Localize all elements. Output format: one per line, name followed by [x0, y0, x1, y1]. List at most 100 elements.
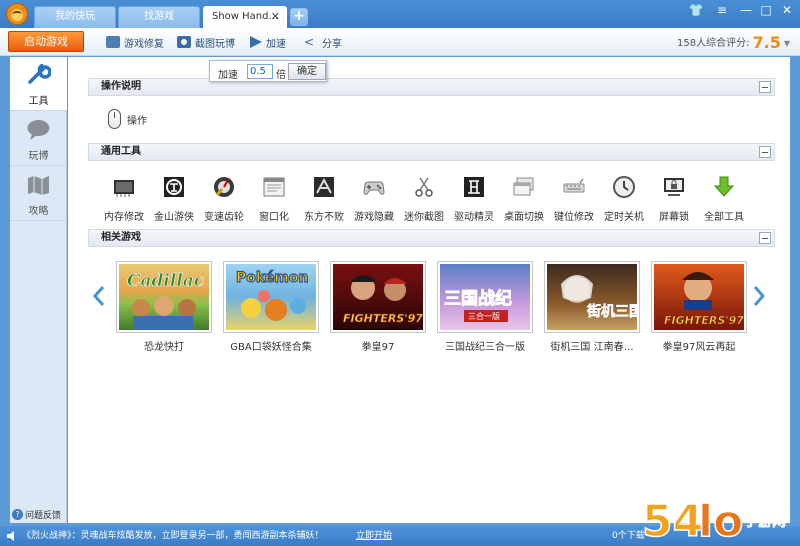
- sidebar: 工具 玩博 攻略: [10, 57, 67, 523]
- chat-bubble-icon: [27, 120, 50, 140]
- speed-prefix: 加速: [218, 70, 238, 81]
- start-now-link[interactable]: 立即开始: [356, 526, 392, 546]
- svg-text:54: 54: [642, 496, 703, 546]
- svg-text:lo: lo: [698, 496, 743, 546]
- app-logo-icon: [6, 3, 28, 25]
- svg-text:Cadillac: Cadillac: [127, 271, 205, 291]
- feedback-link[interactable]: ? 问题反馈: [10, 505, 67, 523]
- game-card[interactable]: 街机三国 街机三国 江南春…: [544, 261, 640, 353]
- title-bar: 我的快玩 找游戏 Show Hand… ✕ + 👕 ≡ — □ ✕: [0, 0, 800, 28]
- camera-icon: [177, 36, 191, 48]
- tool-desktop-switch[interactable]: 桌面切换: [498, 173, 550, 223]
- mouse-icon: [108, 109, 121, 129]
- tool-driver-genius[interactable]: 驱动精灵: [448, 173, 500, 223]
- menu-icon[interactable]: ≡: [712, 2, 732, 18]
- tool-speed-gear[interactable]: 变速齿轮: [198, 173, 250, 223]
- game-card[interactable]: Cadillac 恐龙快打: [116, 261, 212, 353]
- tab-close-icon[interactable]: ✕: [271, 7, 280, 27]
- tool-game-hide[interactable]: 游戏隐藏: [348, 173, 400, 223]
- game-card[interactable]: FIGHTERS'97 拳皇97风云再起: [651, 261, 747, 353]
- sidebar-item-tools[interactable]: 工具: [10, 57, 67, 111]
- svg-text:Pokémon: Pokémon: [236, 270, 308, 286]
- rating[interactable]: 158人综合评分: 7.5 ▼: [677, 33, 790, 52]
- games-carousel: Cadillac 恐龙快打 Pokémon GBA口袋妖怪合集 FIGHTERS…: [116, 261, 748, 361]
- svg-text:FIGHTERS'97: FIGHTERS'97: [664, 314, 744, 327]
- scissors-icon: [415, 177, 433, 197]
- svg-text:手游网: 手游网: [744, 513, 786, 530]
- tool-kingsoft[interactable]: 金山游侠: [148, 173, 200, 223]
- window-icon: [263, 177, 285, 197]
- chevron-down-icon: ▼: [783, 39, 790, 48]
- speed-popup: 加速 倍 确定: [209, 60, 327, 82]
- game-thumbnail: 街机三国: [544, 261, 640, 333]
- speed-suffix: 倍: [276, 70, 286, 81]
- svg-text:三国战纪: 三国战纪: [444, 288, 512, 309]
- gear-icon: [214, 177, 234, 197]
- section-header-games: 相关游戏: [88, 229, 775, 247]
- collapse-button[interactable]: [759, 232, 771, 244]
- maximize-button[interactable]: □: [756, 2, 776, 18]
- tool-windowed[interactable]: 窗口化: [248, 173, 300, 223]
- share-icon: <: [304, 35, 315, 49]
- gamepad-icon: [363, 181, 385, 195]
- game-card[interactable]: Pokémon GBA口袋妖怪合集: [223, 261, 319, 353]
- game-thumbnail: FIGHTERS'97: [651, 261, 747, 333]
- speed-icon: [250, 36, 262, 48]
- game-thumbnail: 三国战纪三合一版: [437, 261, 533, 333]
- download-arrow-icon: [713, 176, 735, 197]
- add-tab-button[interactable]: +: [290, 8, 308, 26]
- share-button[interactable]: < 分享: [304, 34, 342, 50]
- screen-lock-icon: [664, 178, 684, 196]
- svg-text:三合一版: 三合一版: [468, 311, 500, 321]
- game-thumbnail: FIGHTERS'97: [330, 261, 426, 333]
- section-header-operation: 操作说明: [88, 78, 775, 96]
- tool-screen-lock[interactable]: 屏幕锁: [648, 173, 700, 223]
- close-window-button[interactable]: ✕: [777, 2, 797, 18]
- tools-grid: 内存修改 金山游侠 变速齿轮 窗口化 东方不败 游戏隐藏 迷你截图 驱动精灵 桌…: [98, 173, 758, 223]
- speed-button[interactable]: 加速: [250, 34, 286, 50]
- tool-mini-screenshot[interactable]: 迷你截图: [398, 173, 450, 223]
- game-card[interactable]: FIGHTERS'97 拳皇97: [330, 261, 426, 353]
- memory-chip-icon: [114, 180, 134, 197]
- tool-key-remap[interactable]: 键位修改: [548, 173, 600, 223]
- tool-all-tools[interactable]: 全部工具: [698, 173, 750, 223]
- dongfang-icon: [314, 177, 334, 197]
- tab-my-games[interactable]: 我的快玩: [34, 6, 116, 28]
- main-panel: 操作说明 操作 通用工具 内存修改 金山游侠 变速齿轮 窗口化 东方不败 游戏隐…: [68, 57, 790, 523]
- game-repair-button[interactable]: 游戏修复: [106, 34, 164, 50]
- speed-input[interactable]: [247, 64, 273, 79]
- game-card[interactable]: 三国战纪三合一版 三国战纪三合一版: [437, 261, 533, 353]
- chevron-left-icon[interactable]: [92, 285, 106, 307]
- tab-find-games[interactable]: 找游戏: [118, 6, 200, 28]
- toolbar: 启动游戏 游戏修复 截图玩博 加速 < 分享 158人综合评分: 7.5 ▼: [0, 28, 800, 56]
- watermark-logo: 54 lo 手游网: [641, 495, 786, 546]
- screenshot-button[interactable]: 截图玩博: [177, 34, 235, 50]
- driver-icon: [464, 177, 484, 197]
- wrench-icon: [28, 64, 51, 84]
- sidebar-item-guide[interactable]: 攻略: [10, 167, 67, 221]
- game-thumbnail: Cadillac: [116, 261, 212, 333]
- collapse-button[interactable]: [759, 81, 771, 93]
- desktop-switch-icon: [513, 177, 534, 196]
- tab-show-hand[interactable]: Show Hand… ✕: [203, 6, 287, 28]
- tool-dongfang[interactable]: 东方不败: [298, 173, 350, 223]
- tool-memory-edit[interactable]: 内存修改: [98, 173, 150, 223]
- game-thumbnail: Pokémon: [223, 261, 319, 333]
- tool-timed-shutdown[interactable]: 定时关机: [598, 173, 650, 223]
- operation-item[interactable]: 操作: [108, 109, 147, 129]
- map-icon: [28, 176, 49, 195]
- clock-icon: [613, 176, 635, 198]
- sidebar-item-blog[interactable]: 玩博: [10, 112, 67, 166]
- status-message: 《烈火战神》：灵魂战车炫酷发放，立即登录另一部，勇闯西游副本杀辅妖！: [22, 531, 324, 541]
- start-game-button[interactable]: 启动游戏: [8, 31, 84, 52]
- chevron-right-icon[interactable]: [752, 285, 766, 307]
- kingsoft-icon: [164, 177, 184, 197]
- svg-text:街机三国: 街机三国: [586, 303, 637, 320]
- collapse-button[interactable]: [759, 146, 771, 158]
- minimize-button[interactable]: —: [736, 2, 756, 18]
- speed-confirm-button[interactable]: 确定: [288, 63, 326, 80]
- speaker-icon: [7, 531, 14, 541]
- skin-icon[interactable]: 👕: [686, 2, 706, 18]
- svg-text:FIGHTERS'97: FIGHTERS'97: [343, 312, 423, 325]
- fix-icon: [106, 36, 120, 48]
